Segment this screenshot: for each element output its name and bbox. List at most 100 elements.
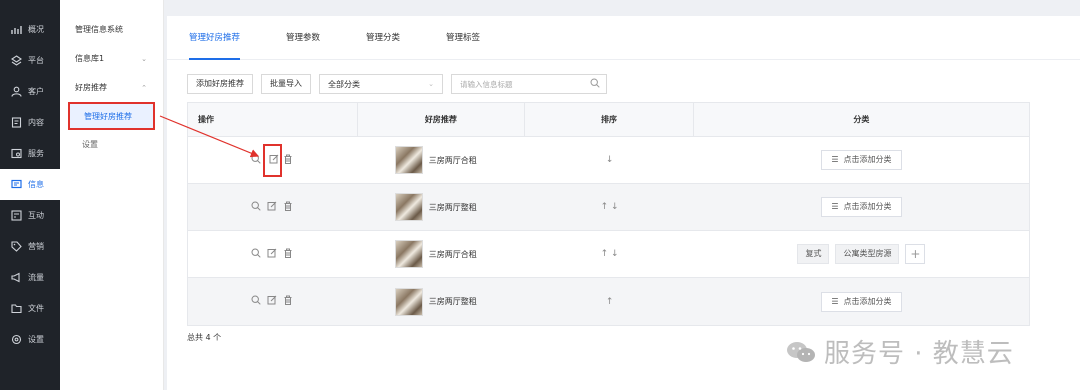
gear-icon: [10, 334, 22, 346]
nav-item-overview[interactable]: 概况: [0, 14, 60, 45]
tab-manage-tags[interactable]: 管理标签: [446, 16, 480, 60]
user-icon: [10, 86, 22, 98]
service-icon: [10, 148, 22, 160]
search-icon[interactable]: [590, 77, 600, 91]
add-category-plus-icon[interactable]: +: [905, 244, 926, 264]
row-category: ☰ 点击添加分类: [694, 184, 1029, 230]
table-row: 三房两厅合租 ↓ ☰ 点击添加分类: [188, 137, 1029, 184]
subnav-group-recommend[interactable]: 好房推荐 ⌃: [60, 73, 163, 102]
nav-item-customer[interactable]: 客户: [0, 76, 60, 107]
document-icon: [10, 117, 22, 129]
nav-item-service[interactable]: 服务: [0, 138, 60, 169]
subnav-title[interactable]: 管理信息系统: [60, 15, 163, 44]
delete-icon[interactable]: [283, 248, 294, 261]
room-thumbnail: [394, 240, 423, 268]
search-box: [451, 74, 607, 94]
tab-manage-recommend[interactable]: 管理好房推荐: [189, 16, 241, 60]
chart-icon: [10, 24, 22, 36]
header-sort: 排序: [525, 103, 694, 136]
category-select[interactable]: 全部分类 ⌄: [319, 74, 443, 94]
category-tag: 复式: [797, 244, 830, 264]
room-thumbnail: [394, 287, 423, 316]
layers-icon: [10, 55, 22, 67]
header-category: 分类: [853, 115, 870, 124]
search-input[interactable]: [460, 79, 580, 89]
tag-icon: [10, 241, 22, 253]
category-tag: 公寓类型房源: [835, 244, 900, 264]
chevron-down-icon: ⌄: [428, 80, 434, 88]
batch-import-button[interactable]: 批量导入: [261, 74, 311, 94]
row-category: ☰ 点击添加分类: [694, 278, 1029, 325]
subnav-item-manage-recommend[interactable]: 管理好房推荐: [68, 102, 155, 130]
sort-arrows[interactable]: ↑ ↓: [601, 202, 619, 212]
delete-icon[interactable]: [283, 295, 294, 308]
edit-icon[interactable]: [267, 201, 278, 214]
view-icon[interactable]: [251, 153, 262, 167]
row-recommend: 三房两厅整租: [358, 278, 526, 325]
room-thumbnail: [394, 146, 423, 174]
list-icon: ☰: [831, 155, 839, 164]
nav-label: 流量: [28, 273, 44, 282]
nav-item-interact[interactable]: 互动: [0, 200, 60, 231]
nav-item-marketing[interactable]: 营销: [0, 231, 60, 262]
nav-label: 服务: [28, 149, 44, 158]
list-icon: ☰: [831, 202, 839, 211]
row-sort: ↑: [525, 278, 694, 325]
view-icon[interactable]: [251, 247, 262, 261]
wechat-icon: [786, 340, 816, 364]
header-actions: 操作: [188, 103, 358, 136]
nav-label: 内容: [28, 118, 44, 127]
row-recommend: 三房两厅合租: [358, 137, 526, 183]
nav-label: 营销: [28, 242, 44, 251]
edit-icon[interactable]: [267, 295, 278, 308]
tab-manage-params[interactable]: 管理参数: [286, 16, 320, 60]
sort-arrows[interactable]: ↓: [606, 155, 614, 165]
total-count: 总共 4 个: [187, 333, 222, 342]
row-sort: ↑ ↓: [525, 184, 694, 230]
add-category-button[interactable]: ☰ 点击添加分类: [821, 197, 902, 217]
nav-item-info[interactable]: 信息: [0, 169, 60, 200]
view-icon[interactable]: [251, 295, 262, 308]
table-row: 三房两厅整租 ↑ ☰ 点击添加分类: [188, 278, 1029, 325]
chevron-down-icon: ⌄: [141, 54, 147, 63]
table-header: 操作 好房推荐 排序 分类: [188, 103, 1029, 137]
nav-label: 互动: [28, 211, 44, 220]
nav-item-platform[interactable]: 平台: [0, 45, 60, 76]
subnav-item-settings[interactable]: 设置: [60, 130, 163, 159]
nav-label: 信息: [28, 180, 44, 189]
chevron-up-icon: ⌃: [141, 83, 147, 92]
row-sort: ↑ ↓: [525, 231, 694, 277]
table-row: 三房两厅整租 ↑ ↓ ☰ 点击添加分类: [188, 184, 1029, 231]
add-category-button[interactable]: ☰ 点击添加分类: [821, 291, 902, 312]
sort-arrows[interactable]: ↑ ↓: [601, 249, 619, 259]
row-actions: [188, 137, 358, 183]
nav-item-content[interactable]: 内容: [0, 107, 60, 138]
row-sort: ↓: [525, 137, 694, 183]
category-select-value: 全部分类: [328, 79, 360, 89]
nav-item-traffic[interactable]: 流量: [0, 262, 60, 293]
subnav-group-library[interactable]: 信息库1 ⌄: [60, 44, 163, 73]
tab-manage-categories[interactable]: 管理分类: [366, 16, 400, 60]
nav-label: 文件: [28, 304, 44, 313]
sort-arrows[interactable]: ↑: [606, 297, 614, 307]
nav-item-files[interactable]: 文件: [0, 293, 60, 324]
row-recommend: 三房两厅整租: [358, 184, 526, 230]
add-recommend-button[interactable]: 添加好房推荐: [187, 74, 253, 94]
row-title: 三房两厅整租: [428, 297, 477, 306]
message-icon: [10, 179, 22, 191]
interact-icon: [10, 210, 22, 222]
nav-item-settings[interactable]: 设置: [0, 324, 60, 355]
folder-icon: [10, 303, 22, 315]
row-title: 三房两厅整租: [428, 202, 477, 212]
view-icon[interactable]: [251, 200, 262, 214]
row-actions: [188, 231, 358, 277]
recommend-table: 操作 好房推荐 排序 分类 三房两厅合租 ↓ ☰ 点击添加分类 三房两厅整租 ↑…: [187, 102, 1030, 326]
list-icon: ☰: [831, 296, 839, 306]
watermark: 服务号 · 教慧云: [786, 333, 1014, 370]
delete-icon[interactable]: [283, 154, 294, 167]
row-title: 三房两厅合租: [428, 249, 477, 259]
edit-icon[interactable]: [267, 248, 278, 261]
delete-icon[interactable]: [283, 201, 294, 214]
add-category-button[interactable]: ☰ 点击添加分类: [821, 150, 902, 170]
edit-icon[interactable]: [262, 143, 282, 177]
